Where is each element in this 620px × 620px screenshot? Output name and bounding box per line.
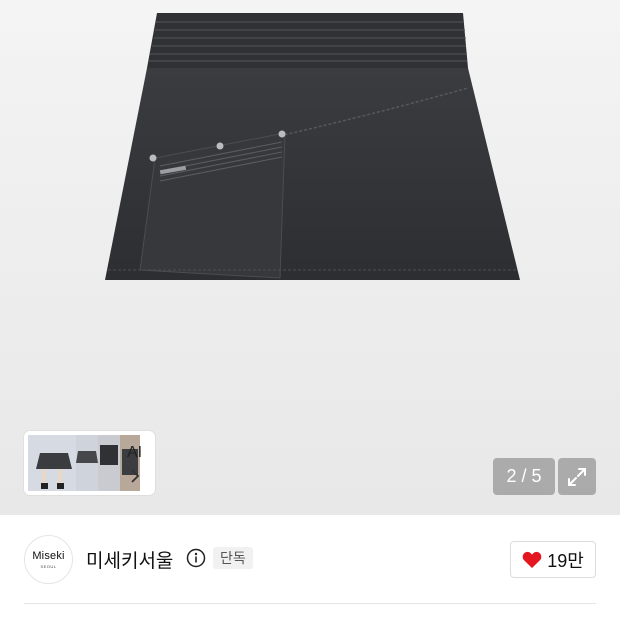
expand-icon: [568, 467, 586, 486]
chevron-right-icon[interactable]: [130, 469, 140, 483]
exclusive-badge: 단독: [213, 547, 253, 569]
heart-icon: [522, 551, 542, 568]
product-image[interactable]: [100, 8, 520, 298]
divider: [24, 603, 596, 604]
product-gallery[interactable]: AI 2 / 5: [0, 0, 620, 515]
brand-logo[interactable]: Miseki SEOUL: [24, 535, 73, 584]
expand-button[interactable]: [558, 458, 596, 495]
like-count: 19만: [547, 550, 584, 571]
brand-logo-subtext: SEOUL: [40, 564, 57, 569]
ai-styling-card[interactable]: [24, 431, 155, 495]
image-counter: 2 / 5: [493, 458, 555, 495]
like-button[interactable]: 19만: [510, 541, 596, 578]
brand-logo-text: Miseki: [32, 550, 65, 562]
ai-thumbnail-image: [28, 435, 140, 491]
brand-name[interactable]: 미세키서울: [86, 546, 173, 573]
ai-label[interactable]: AI: [127, 444, 142, 462]
info-icon[interactable]: [186, 548, 206, 568]
brand-row: Miseki SEOUL 미세키서울 단독 19만: [0, 515, 620, 605]
